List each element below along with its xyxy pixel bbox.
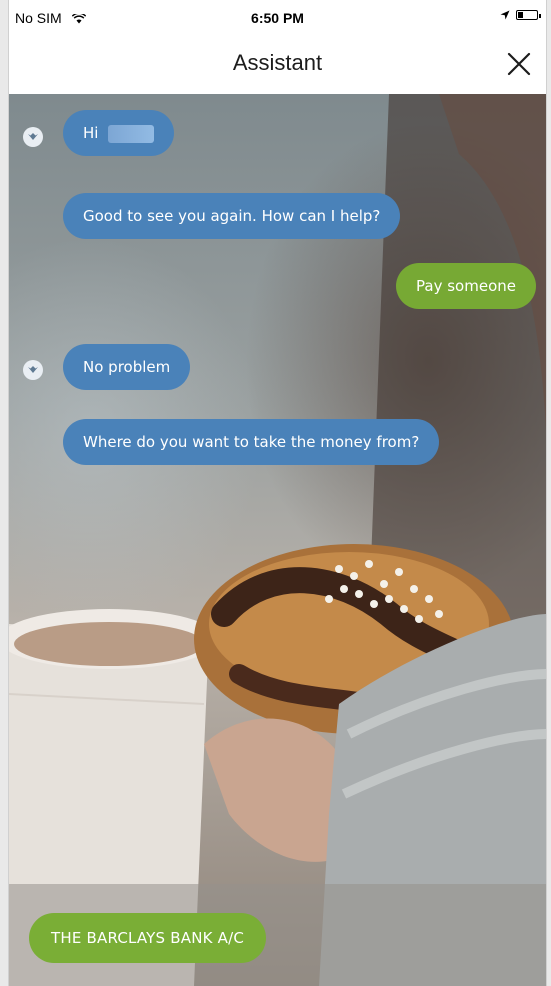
location-arrow-icon bbox=[500, 10, 510, 20]
battery-level bbox=[518, 12, 523, 18]
status-right bbox=[500, 10, 541, 20]
chat-message-user: Pay someone bbox=[396, 263, 536, 309]
clock: 6:50 PM bbox=[251, 10, 304, 26]
page-title: Assistant bbox=[232, 50, 323, 75]
close-icon[interactable] bbox=[506, 51, 532, 77]
chat-message-bot: Good to see you again. How can I help? bbox=[63, 193, 401, 239]
chat-message-bot: No problem bbox=[63, 344, 191, 390]
barclays-eagle-icon bbox=[23, 127, 43, 147]
quick-reply-button[interactable]: THE BARCLAYS BANK A/C bbox=[29, 913, 267, 963]
barclays-eagle-icon bbox=[23, 360, 43, 380]
quick-reply-area: THE BARCLAYS BANK A/C bbox=[9, 884, 546, 986]
chat-message-bot-greeting: Hi bbox=[63, 110, 175, 156]
redacted-name bbox=[108, 124, 155, 143]
nav-bar: Assistant bbox=[9, 36, 546, 95]
chat-message-bot: Where do you want to take the money from… bbox=[63, 419, 440, 465]
assistant-screen: No SIM 6:50 PM Assistant Hi Good to see … bbox=[8, 0, 547, 986]
battery-icon bbox=[516, 10, 541, 20]
status-bar: No SIM 6:50 PM bbox=[9, 0, 546, 36]
